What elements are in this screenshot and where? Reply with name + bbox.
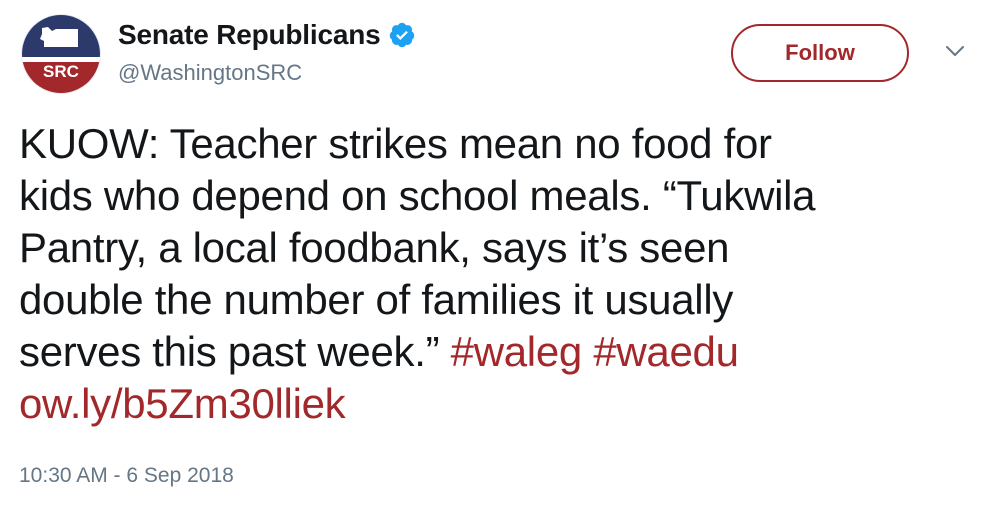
tweet-text-line: double the number of families it usually	[19, 276, 734, 323]
tweet-text-line: KUOW: Teacher strikes mean no food for	[19, 120, 772, 167]
hashtag-link[interactable]: #waedu	[593, 328, 739, 375]
tweet-menu-button[interactable]	[942, 40, 968, 62]
url-link[interactable]: ow.ly/b5Zm30lliek	[19, 380, 346, 427]
avatar[interactable]: SRC	[22, 15, 100, 93]
src-logo-icon: SRC	[22, 15, 100, 93]
tweet-text-line: kids who depend on school meals. “Tukwil…	[19, 172, 816, 219]
avatar-text: SRC	[43, 62, 79, 81]
chevron-down-icon	[946, 46, 964, 56]
display-name[interactable]: Senate Republicans	[118, 19, 381, 51]
tweet-card: SRC Senate Republicans @WashingtonSRC Fo…	[0, 0, 984, 512]
tweet-text-line: serves this past week.” #waleg #waedu	[19, 326, 969, 378]
tweet-text: KUOW: Teacher strikes mean no food for k…	[19, 118, 969, 430]
tweet-timestamp[interactable]: 10:30 AM - 6 Sep 2018	[19, 464, 234, 488]
verified-badge-icon	[388, 21, 416, 49]
tweet-text-line: Pantry, a local foodbank, says it’s seen	[19, 224, 730, 271]
tweet-text-line: ow.ly/b5Zm30lliek	[19, 378, 969, 430]
follow-button[interactable]: Follow	[731, 24, 909, 82]
tweet-text-segment: serves this past week.”	[19, 328, 451, 375]
hashtag-link[interactable]: #waleg	[451, 328, 583, 375]
author-block: Senate Republicans @WashingtonSRC	[118, 16, 416, 86]
account-handle[interactable]: @WashingtonSRC	[118, 60, 416, 86]
